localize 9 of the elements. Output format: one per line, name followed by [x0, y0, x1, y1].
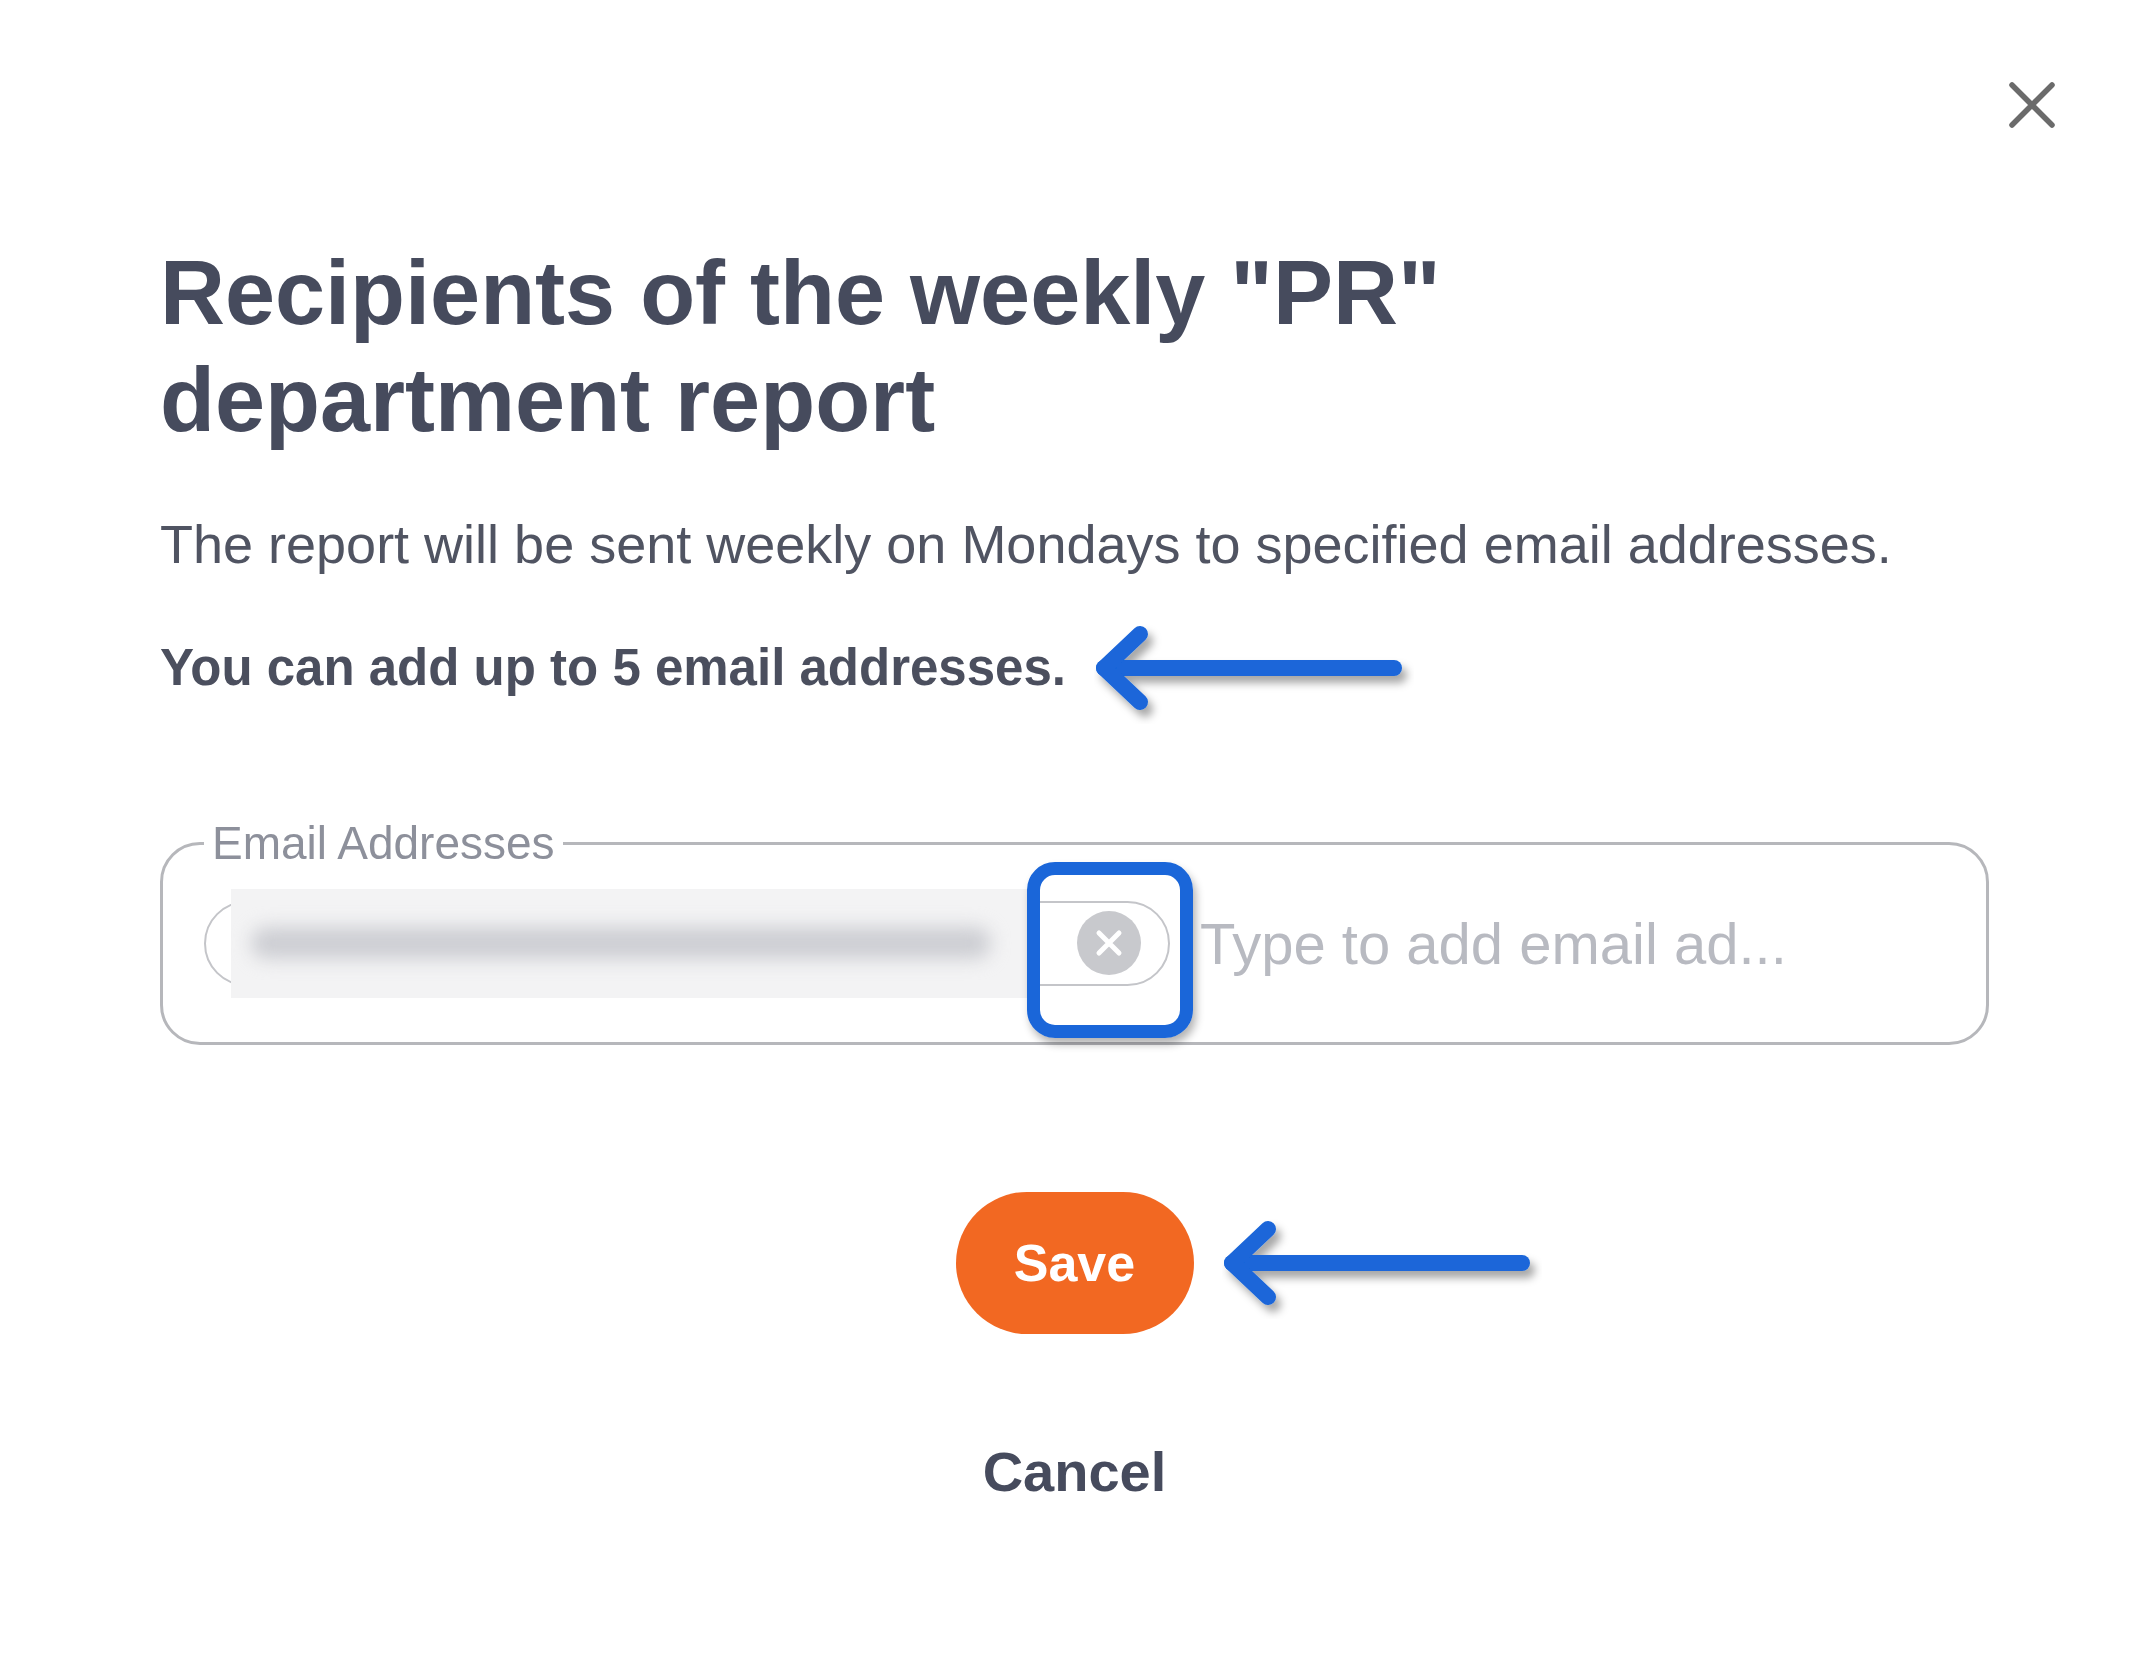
- limit-note: You can add up to 5 email addresses.: [160, 638, 1066, 698]
- close-icon: [2007, 80, 2057, 130]
- dialog-title: Recipients of the weekly "PR" department report: [160, 242, 1442, 452]
- description-text: The report will be sent weekly on Mondays to specified email addresses.: [160, 513, 1893, 576]
- email-input[interactable]: Type to add email ad...: [1200, 903, 1957, 983]
- field-label: Email Addresses: [211, 816, 556, 871]
- cancel-button[interactable]: Cancel: [982, 1438, 1167, 1505]
- save-button[interactable]: Save: [955, 1192, 1194, 1334]
- close-button[interactable]: [2007, 80, 2057, 130]
